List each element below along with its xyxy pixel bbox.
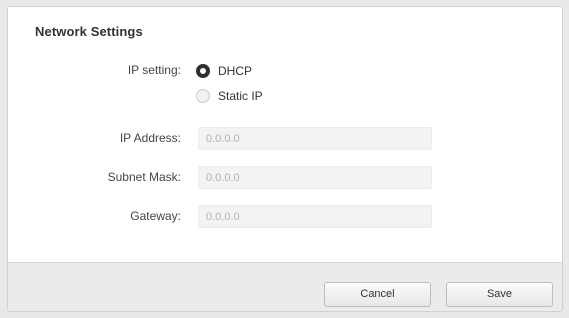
dialog-title: Network Settings xyxy=(35,24,143,39)
static-ip-radio[interactable] xyxy=(196,89,210,103)
gateway-label: Gateway: xyxy=(130,209,181,223)
gateway-input[interactable] xyxy=(198,205,432,228)
ip-address-label: IP Address: xyxy=(119,131,181,145)
subnet-mask-label: Subnet Mask: xyxy=(107,170,181,184)
ip-address-input[interactable] xyxy=(198,127,432,150)
subnet-mask-input[interactable] xyxy=(198,166,432,189)
static-ip-radio-label[interactable]: Static IP xyxy=(218,89,263,103)
ip-setting-label: IP setting: xyxy=(127,63,181,77)
save-button[interactable]: Save xyxy=(446,282,553,307)
dhcp-radio[interactable] xyxy=(196,64,210,78)
dhcp-radio-label[interactable]: DHCP xyxy=(218,64,252,78)
cancel-button[interactable]: Cancel xyxy=(324,282,431,307)
network-settings-dialog: Network Settings IP setting: DHCP Static… xyxy=(7,6,563,312)
